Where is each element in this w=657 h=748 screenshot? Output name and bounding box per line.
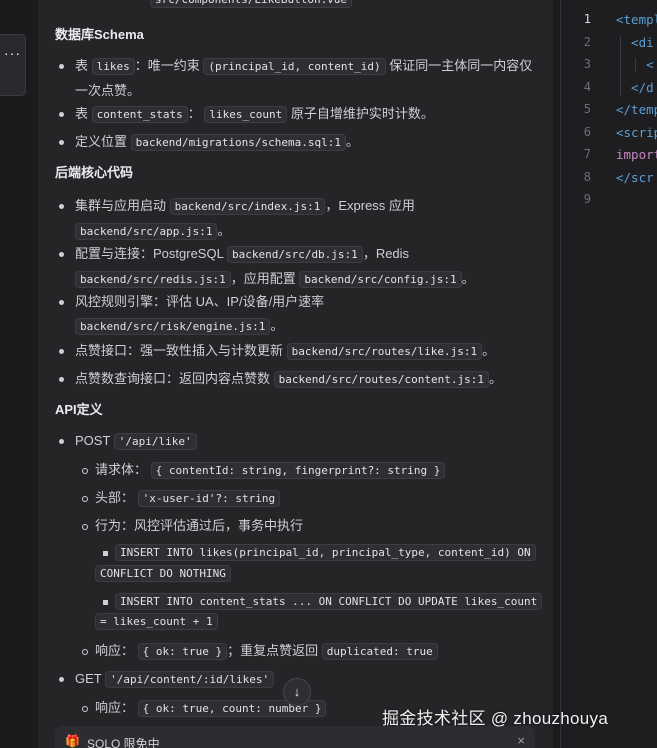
bullet: [59, 112, 64, 117]
arrow-down-icon: ↓: [293, 684, 301, 699]
line-number: 1: [583, 12, 591, 26]
list-item: 请求体： { contentId: string, fingerprint?: …: [95, 459, 446, 482]
list-item: 点赞接口：强一致性插入与计数更新 backend/src/routes/like…: [75, 343, 496, 360]
list-item: 表 likes ：唯一约束 (principal_id, content_id) …: [75, 58, 533, 98]
bullet: [82, 706, 88, 712]
bullet: [82, 496, 88, 502]
bullet: [59, 349, 64, 354]
list-item: 行为：风控评估通过后，事务中执行: [95, 518, 304, 533]
bullet: [59, 439, 64, 444]
solo-promo-bar[interactable]: 🎁 SOLO 限免中 ×: [55, 726, 535, 748]
bullet: [103, 600, 108, 605]
list-item: 风控规则引擎：评估 UA、IP/设备/用户速率 backend/src/risk…: [75, 294, 325, 335]
list-item-sql: INSERT INTO likes(principal_id, principa…: [115, 543, 536, 563]
code-line: </d: [616, 79, 654, 95]
section-title-backend: 后端核心代码: [55, 165, 134, 180]
bullet: [59, 252, 64, 257]
code-line: import: [616, 147, 657, 162]
code-line: <di: [616, 34, 654, 50]
line-number: 4: [583, 79, 591, 94]
code-editor[interactable]: 123456789 <templ <di < </d </temp <scrip im…: [561, 0, 657, 748]
list-item-sql-cont: = likes_count + 1: [95, 612, 218, 632]
indent-guide: [620, 36, 621, 96]
bullet: [59, 204, 64, 209]
code-line: </temp: [616, 102, 657, 117]
list-item: 响应： { ok: true } ；重复点赞返回 duplicated: true: [95, 640, 438, 663]
list-item-sql-cont: CONFLICT DO NOTHING: [95, 564, 231, 584]
solo-label: SOLO 限免中: [87, 737, 160, 748]
bullet: [103, 551, 108, 556]
more-options-button[interactable]: ···: [0, 34, 26, 96]
bullet: [59, 300, 64, 305]
activity-strip: ···: [0, 0, 27, 748]
chat-panel: src/components/LikeButton.vue 数据库Schema …: [38, 0, 553, 748]
list-item: 头部： 'x-user-id'?: string: [95, 487, 281, 510]
section-title-api: API定义: [55, 402, 103, 417]
line-number: 2: [583, 34, 591, 49]
scroll-to-bottom-button[interactable]: ↓: [283, 678, 311, 706]
indent-guide: [635, 58, 636, 72]
list-item: 定义位置 backend/migrations/schema.sql:1。: [75, 134, 359, 151]
bullet: [59, 140, 64, 145]
prev-file-path: src/components/LikeButton.vue: [150, 0, 353, 11]
code-line: <templ: [616, 12, 657, 27]
line-number: 5: [583, 102, 591, 116]
list-item: 表 content_stats： likes_count 原子自增维护实时计数。: [75, 106, 434, 123]
watermark: 掘金技术社区 @ zhouzhouya: [382, 709, 609, 728]
list-item: 集群与应用启动 backend/src/index.js:1 ，Express 应…: [75, 198, 415, 240]
list-item: 配置与连接：PostgreSQL backend/src/db.js:1 ，Red…: [75, 246, 475, 288]
close-icon[interactable]: ×: [517, 733, 525, 748]
list-item-post-like: POST '/api/like': [75, 430, 197, 453]
bullet: [82, 468, 88, 474]
section-title-schema: 数据库Schema: [55, 27, 144, 42]
bullet: [59, 377, 64, 382]
code-line: <scrip: [616, 124, 657, 140]
line-number: 3: [583, 57, 591, 71]
gift-icon: 🎁: [65, 734, 80, 748]
list-item: 点赞数查询接口：返回内容点赞数 backend/src/routes/conte…: [75, 371, 502, 388]
bullet: [82, 649, 88, 655]
list-item-get-likes: GET '/api/content/:id/likes': [75, 668, 275, 691]
line-number: 8: [583, 169, 591, 184]
list-item-sql: INSERT INTO content_stats ... ON CONFLIC…: [115, 592, 543, 612]
line-number: 9: [583, 192, 591, 206]
bullet: [82, 524, 88, 530]
bullet: [59, 64, 64, 69]
bullet: [59, 677, 64, 682]
line-number: 6: [583, 124, 591, 139]
code-line: </scr: [616, 169, 654, 185]
line-number: 7: [583, 147, 591, 161]
